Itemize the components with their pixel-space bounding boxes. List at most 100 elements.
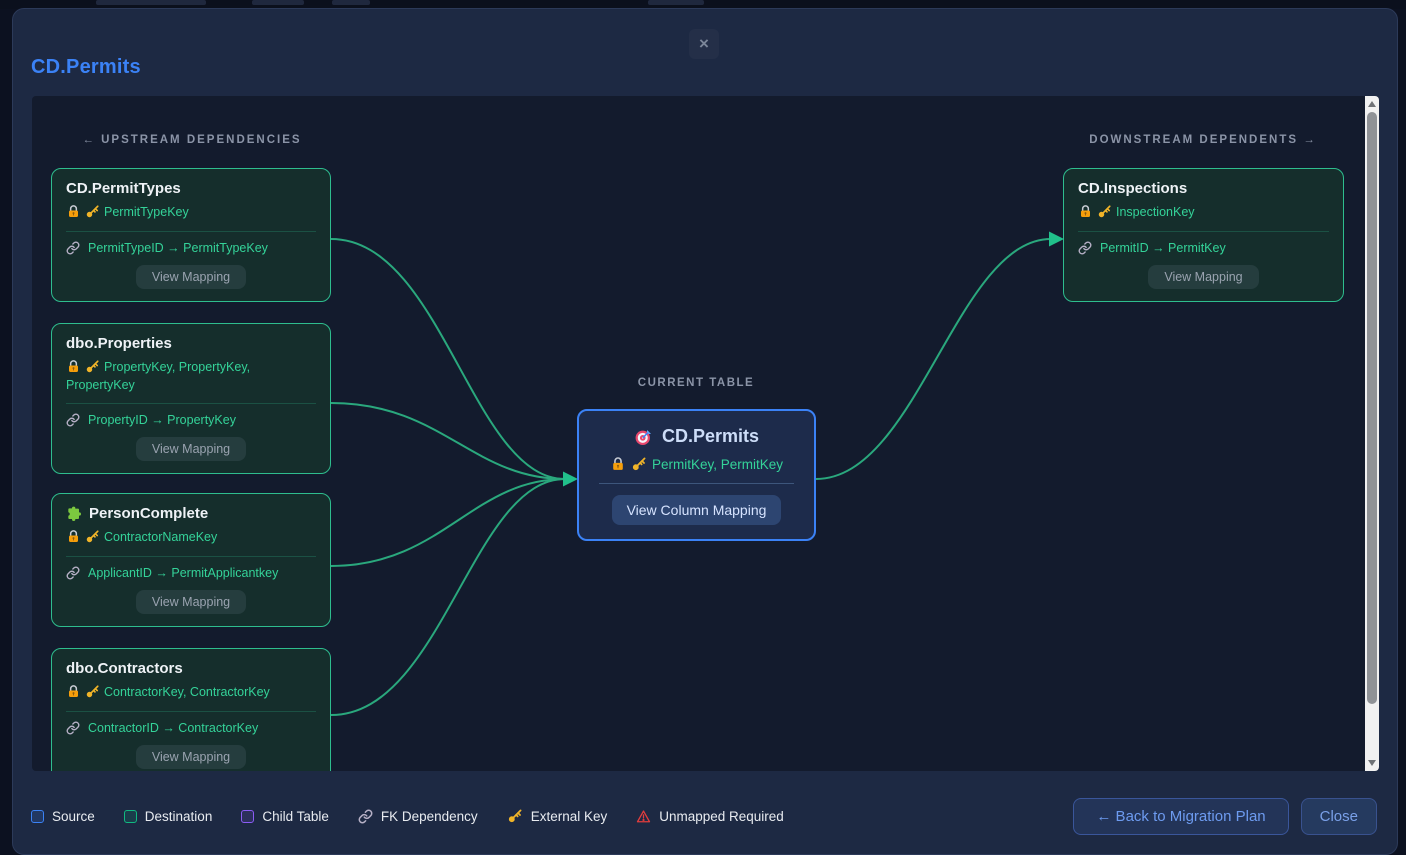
- table-card-personcomplete: PersonComplete ContractorNameKey Applica…: [51, 493, 331, 627]
- legend-label: FK Dependency: [381, 809, 478, 824]
- scroll-down-icon[interactable]: [1368, 760, 1376, 766]
- table-card-inspections: CD.Inspections InspectionKey PermitID → …: [1063, 168, 1344, 302]
- card-title: PersonComplete: [66, 505, 316, 522]
- view-mapping-button[interactable]: View Mapping: [136, 590, 246, 614]
- close-icon[interactable]: ×: [689, 29, 719, 59]
- destination-swatch-icon: [124, 810, 137, 823]
- warning-icon: [636, 809, 651, 824]
- modal-title: CD.Permits: [31, 56, 141, 79]
- external-keys-row: InspectionKey: [1078, 204, 1329, 222]
- fk-mapping-row: ApplicantID → PermitApplicantkey: [66, 566, 316, 580]
- link-icon: [66, 721, 80, 735]
- external-keys-row: ContractorNameKey: [66, 529, 316, 547]
- link-icon: [66, 241, 80, 255]
- arrowhead-into-inspections: [1049, 232, 1064, 247]
- card-divider: [599, 483, 794, 484]
- legend-item-destination: Destination: [124, 809, 213, 824]
- card-divider: [1078, 231, 1329, 232]
- dependency-diagram-canvas: ← UPSTREAM DEPENDENCIES DOWNSTREAM DEPEN…: [32, 96, 1379, 771]
- fk-curve-personcomplete: [331, 479, 565, 566]
- legend-label: External Key: [531, 809, 608, 824]
- external-keys-text: PermitTypeKey: [104, 205, 189, 219]
- target-icon: [634, 427, 654, 447]
- legend-label: Unmapped Required: [659, 809, 784, 824]
- external-keys-text: ContractorNameKey: [104, 530, 217, 544]
- arrowhead-into-current: [563, 472, 578, 487]
- modal-footer: Source Destination Child Table FK Depend…: [13, 776, 1397, 855]
- external-keys-row: ContractorKey, ContractorKey: [66, 684, 316, 702]
- lock-icon: [1078, 204, 1093, 219]
- current-table-label: CURRENT TABLE: [576, 377, 816, 389]
- legend-label: Child Table: [262, 809, 329, 824]
- view-column-mapping-button[interactable]: View Column Mapping: [612, 495, 782, 525]
- legend-item-source: Source: [31, 809, 95, 824]
- card-divider: [66, 403, 316, 404]
- view-mapping-button[interactable]: View Mapping: [136, 437, 246, 461]
- lock-icon: [610, 456, 626, 472]
- card-title: CD.PermitTypes: [66, 180, 316, 197]
- external-keys-text: PermitKey, PermitKey: [652, 457, 783, 472]
- key-icon: [85, 684, 100, 699]
- legend-item-unmapped-required: Unmapped Required: [636, 809, 784, 824]
- card-divider: [66, 711, 316, 712]
- upstream-dependencies-label: ← UPSTREAM DEPENDENCIES: [32, 134, 352, 146]
- fk-mapping-text: ContractorID → ContractorKey: [88, 721, 258, 735]
- external-keys-row: PermitKey, PermitKey: [593, 456, 800, 472]
- link-icon: [358, 809, 373, 824]
- scrollbar-thumb[interactable]: [1367, 112, 1377, 704]
- source-swatch-icon: [31, 810, 44, 823]
- external-keys-row: PermitTypeKey: [66, 204, 316, 222]
- footer-buttons: ← Back to Migration Plan Close: [1073, 798, 1377, 835]
- view-mapping-button[interactable]: View Mapping: [1148, 265, 1258, 289]
- key-icon: [1097, 204, 1112, 219]
- table-card-properties: dbo.Properties PropertyKey, PropertyKey,…: [51, 323, 331, 474]
- lock-icon: [66, 684, 81, 699]
- legend: Source Destination Child Table FK Depend…: [31, 808, 784, 824]
- legend-item-child-table: Child Table: [241, 809, 329, 824]
- fk-mapping-row: ContractorID → ContractorKey: [66, 721, 316, 735]
- external-keys-row: PropertyKey, PropertyKey, PropertyKey: [66, 359, 316, 394]
- link-icon: [66, 566, 80, 580]
- child-table-swatch-icon: [241, 810, 254, 823]
- key-icon: [631, 456, 647, 472]
- fk-curve-permittypes: [331, 239, 565, 479]
- table-card-permittypes: CD.PermitTypes PermitTypeKey PermitTypeI…: [51, 168, 331, 302]
- lock-icon: [66, 529, 81, 544]
- card-title: dbo.Contractors: [66, 660, 316, 677]
- card-title: dbo.Properties: [66, 335, 316, 352]
- view-mapping-button[interactable]: View Mapping: [136, 745, 246, 769]
- legend-label: Source: [52, 809, 95, 824]
- card-divider: [66, 231, 316, 232]
- lock-icon: [66, 359, 81, 374]
- lock-icon: [66, 204, 81, 219]
- key-icon: [85, 359, 100, 374]
- puzzle-icon: [66, 506, 82, 522]
- legend-item-external-key: External Key: [507, 808, 608, 824]
- fk-mapping-row: PermitTypeID → PermitTypeKey: [66, 241, 316, 255]
- fk-mapping-text: PermitTypeID → PermitTypeKey: [88, 241, 268, 255]
- external-keys-text: InspectionKey: [1116, 205, 1195, 219]
- legend-label: Destination: [145, 809, 213, 824]
- legend-item-fk-dependency: FK Dependency: [358, 809, 478, 824]
- fk-mapping-text: ApplicantID → PermitApplicantkey: [88, 566, 278, 580]
- view-mapping-button[interactable]: View Mapping: [136, 265, 246, 289]
- key-icon: [85, 529, 100, 544]
- current-table-card: CD.Permits PermitKey, PermitKey View Col…: [577, 409, 816, 541]
- link-icon: [1078, 241, 1092, 255]
- back-to-migration-plan-button[interactable]: ← Back to Migration Plan: [1073, 798, 1288, 835]
- scroll-up-icon[interactable]: [1368, 101, 1376, 107]
- table-card-contractors: dbo.Contractors ContractorKey, Contracto…: [51, 648, 331, 771]
- fk-mapping-text: PermitID → PermitKey: [1100, 241, 1226, 255]
- downstream-dependents-label: DOWNSTREAM DEPENDENTS →: [1043, 134, 1363, 146]
- fk-mapping-text: PropertyID → PropertyKey: [88, 413, 236, 427]
- key-icon: [85, 204, 100, 219]
- fk-curve-inspections: [816, 239, 1051, 479]
- vertical-scrollbar[interactable]: [1365, 96, 1379, 771]
- close-button[interactable]: Close: [1301, 798, 1377, 835]
- key-icon: [507, 808, 523, 824]
- table-dependency-modal: CD.Permits × ← UPSTREAM DEPENDENCIES DOW…: [12, 8, 1398, 855]
- fk-mapping-row: PropertyID → PropertyKey: [66, 413, 316, 427]
- card-title: CD.Inspections: [1078, 180, 1329, 197]
- fk-curve-properties: [331, 403, 565, 479]
- fk-mapping-row: PermitID → PermitKey: [1078, 241, 1329, 255]
